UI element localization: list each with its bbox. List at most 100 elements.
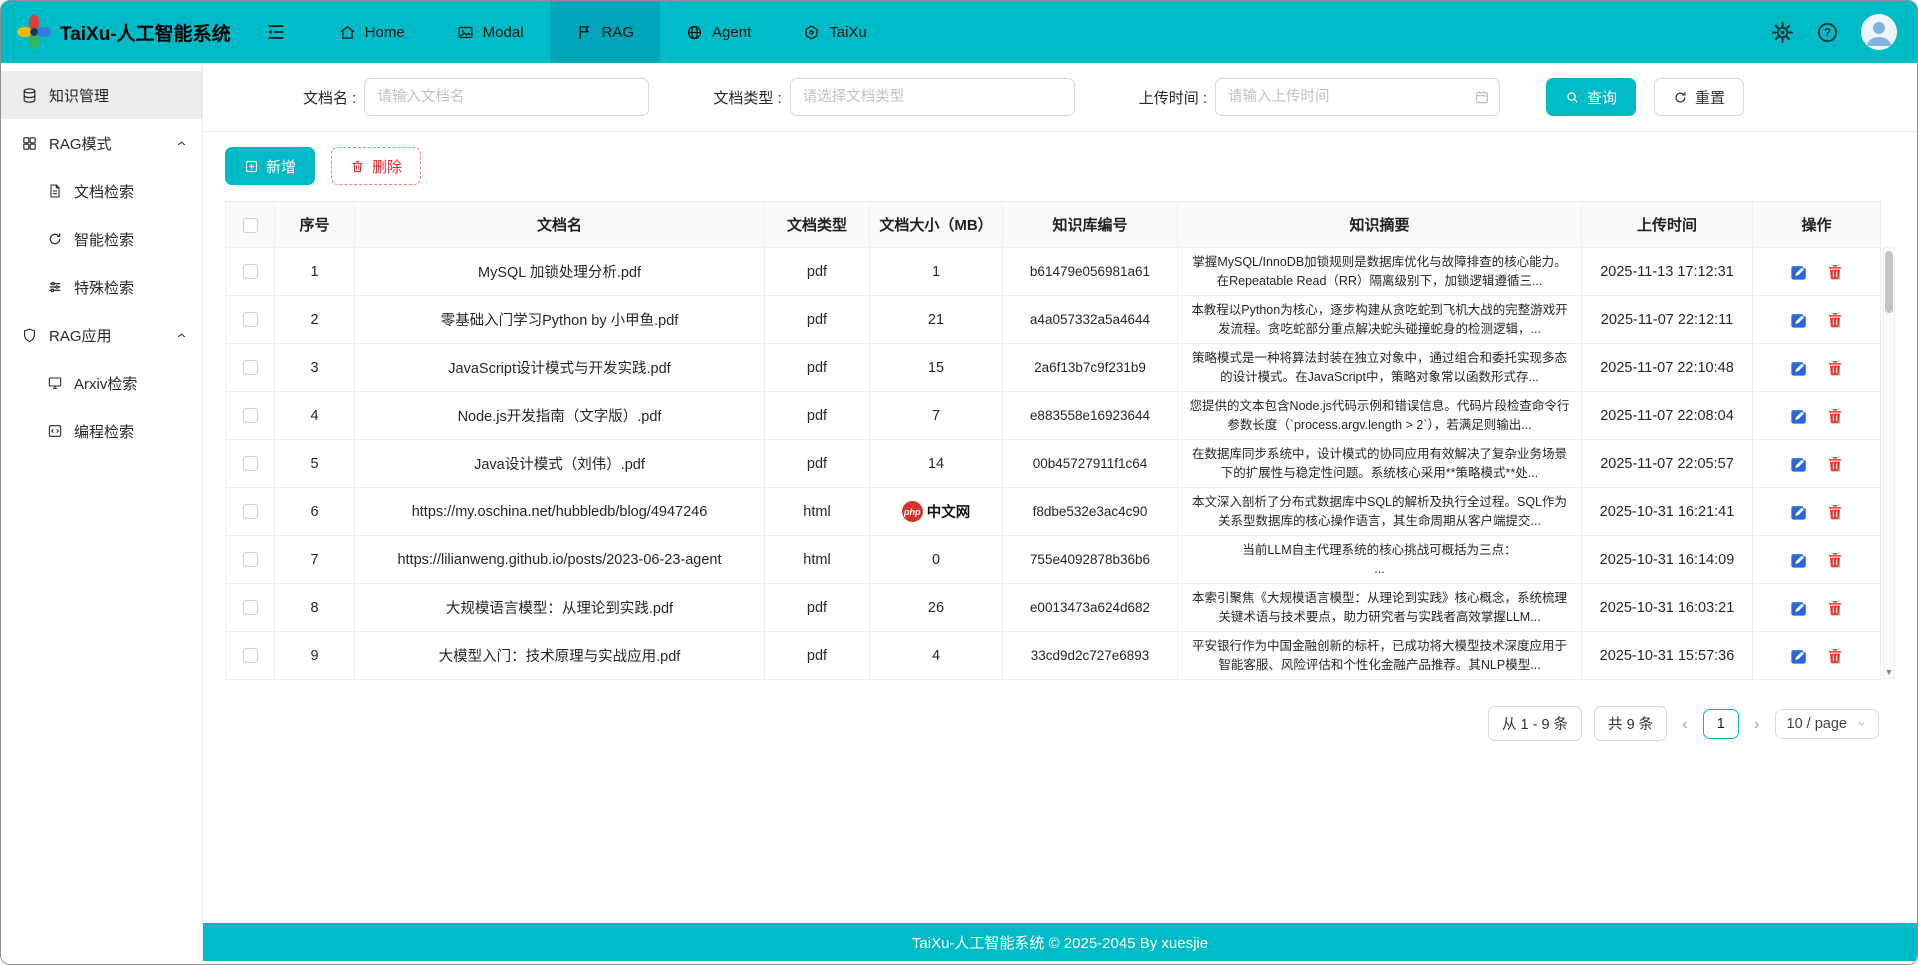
cell-actions	[1753, 296, 1881, 344]
select-all-checkbox[interactable]	[243, 218, 258, 233]
edit-icon[interactable]	[1790, 407, 1808, 425]
table-row: 6https://my.oschina.net/hubbledb/blog/49…	[226, 488, 1881, 536]
cell-doc-type: html	[765, 488, 870, 536]
sidebar-item-doc-search[interactable]: 文档检索	[1, 167, 202, 215]
sidebar-item-special-search[interactable]: 特殊检索	[1, 263, 202, 311]
cell-doc-type: pdf	[765, 392, 870, 440]
navbar-right: ?	[1771, 14, 1897, 50]
nav-item-rag[interactable]: RAG	[550, 1, 661, 63]
cell-kb-id: b61479e056981a61	[1003, 248, 1178, 296]
row-checkbox[interactable]	[243, 360, 258, 375]
row-checkbox[interactable]	[243, 552, 258, 567]
header-actions: 操作	[1753, 202, 1881, 248]
table-row: 4Node.js开发指南（文字版）.pdfpdf7e883558e1692364…	[226, 392, 1881, 440]
doc-name-input[interactable]	[364, 78, 649, 116]
next-page-button[interactable]: ›	[1751, 714, 1763, 734]
sidebar-group-rag-app[interactable]: RAG应用	[1, 311, 202, 359]
sidebar-group-rag-mode[interactable]: RAG模式	[1, 119, 202, 167]
cell-doc-name: Java设计模式（刘伟）.pdf	[355, 440, 765, 488]
cell-index: 8	[275, 584, 355, 632]
documents-table: 序号 文档名 文档类型 文档大小（MB） 知识库编号 知识摘要 上传时间 操作 …	[225, 201, 1881, 680]
edit-icon[interactable]	[1790, 263, 1808, 281]
delete-icon[interactable]	[1826, 407, 1844, 425]
cell-actions	[1753, 584, 1881, 632]
edit-icon[interactable]	[1790, 647, 1808, 665]
cell-actions	[1753, 248, 1881, 296]
sidebar-item-label: 编程检索	[74, 421, 134, 442]
page-1-button[interactable]: 1	[1703, 709, 1739, 739]
edit-icon[interactable]	[1790, 503, 1808, 521]
nav-item-modal[interactable]: Modal	[431, 1, 550, 63]
table-scrollbar[interactable]: ▼	[1883, 247, 1895, 679]
nav-item-taixu[interactable]: TaiXu	[777, 1, 893, 63]
settings-gear-icon[interactable]	[1771, 21, 1794, 44]
edit-icon[interactable]	[1790, 551, 1808, 569]
page-size-select[interactable]: 10 / page	[1775, 709, 1879, 739]
edit-icon[interactable]	[1790, 599, 1808, 617]
cell-doc-size: 15	[870, 344, 1003, 392]
row-checkbox[interactable]	[243, 648, 258, 663]
trash-glyph	[1826, 311, 1844, 329]
table-row: 7https://lilianweng.github.io/posts/2023…	[226, 536, 1881, 584]
trash-glyph	[1826, 263, 1844, 281]
row-checkbox[interactable]	[243, 456, 258, 471]
edit-icon[interactable]	[1790, 359, 1808, 377]
cell-summary: 在数据库同步系统中，设计模式的协同应用有效解决了复杂业务场景下的扩展性与稳定性问…	[1178, 440, 1582, 488]
nav-item-home[interactable]: Home	[313, 1, 431, 63]
delete-icon[interactable]	[1826, 311, 1844, 329]
row-checkbox[interactable]	[243, 504, 258, 519]
delete-icon[interactable]	[1826, 263, 1844, 281]
sidebar-item-arxiv-search[interactable]: Arxiv检索	[1, 359, 202, 407]
doc-type-group: 文档类型 :	[713, 78, 1074, 116]
delete-icon[interactable]	[1826, 359, 1844, 377]
edit-icon[interactable]	[1790, 311, 1808, 329]
row-checkbox[interactable]	[243, 312, 258, 327]
nav-label: TaiXu	[829, 24, 867, 41]
search-section: 文档名 : 文档类型 : 上传时间 :	[203, 63, 1917, 132]
row-checkbox[interactable]	[243, 408, 258, 423]
nav-item-agent[interactable]: Agent	[660, 1, 777, 63]
delete-icon[interactable]	[1826, 551, 1844, 569]
cell-doc-name: 大模型入门：技术原理与实战应用.pdf	[355, 632, 765, 680]
query-button[interactable]: 查询	[1546, 78, 1636, 116]
cell-upload-time: 2025-10-31 16:03:21	[1582, 584, 1753, 632]
nav-label: RAG	[602, 24, 635, 41]
cell-index: 9	[275, 632, 355, 680]
row-checkbox[interactable]	[243, 264, 258, 279]
user-avatar[interactable]	[1861, 14, 1897, 50]
reset-button[interactable]: 重置	[1654, 78, 1744, 116]
upload-time-input[interactable]	[1215, 78, 1500, 116]
sidebar-item-knowledge-manage[interactable]: 知识管理	[1, 71, 202, 119]
flag-icon	[576, 24, 593, 41]
row-checkbox[interactable]	[243, 600, 258, 615]
edit-icon[interactable]	[1790, 455, 1808, 473]
cell-summary: 您提供的文本包含Node.js代码示例和错误信息。代码片段检查命令行参数长度（`…	[1178, 392, 1582, 440]
delete-icon[interactable]	[1826, 455, 1844, 473]
sidebar-item-code-search[interactable]: 编程检索	[1, 407, 202, 455]
scrollbar-down-arrow[interactable]: ▼	[1885, 666, 1894, 678]
delete-icon[interactable]	[1826, 503, 1844, 521]
doc-type-select[interactable]	[790, 78, 1075, 116]
table-row: 3JavaScript设计模式与开发实践.pdfpdf152a6f13b7c9f…	[226, 344, 1881, 392]
scrollbar-thumb[interactable]	[1885, 251, 1893, 313]
table-row: 1MySQL 加锁处理分析.pdfpdf1b61479e056981a61掌握M…	[226, 248, 1881, 296]
sidebar-item-label: RAG模式	[49, 133, 112, 154]
add-button[interactable]: 新增	[225, 147, 315, 185]
trash-glyph	[1826, 455, 1844, 473]
cell-doc-size: php中文网	[870, 488, 1003, 536]
help-icon[interactable]: ?	[1816, 21, 1839, 44]
header-kb-id: 知识库编号	[1003, 202, 1178, 248]
sidebar-item-smart-search[interactable]: 智能检索	[1, 215, 202, 263]
sidebar-item-label: RAG应用	[49, 325, 112, 346]
cell-doc-type: pdf	[765, 632, 870, 680]
cell-kb-id: e883558e16923644	[1003, 392, 1178, 440]
delete-icon[interactable]	[1826, 599, 1844, 617]
cell-doc-size: 21	[870, 296, 1003, 344]
delete-icon[interactable]	[1826, 647, 1844, 665]
search-icon	[1565, 90, 1580, 105]
delete-button[interactable]: 删除	[331, 147, 421, 185]
prev-page-button[interactable]: ‹	[1679, 714, 1691, 734]
pagination-total: 共 9 条	[1594, 706, 1667, 741]
cell-doc-name: Node.js开发指南（文字版）.pdf	[355, 392, 765, 440]
menu-fold-icon[interactable]	[265, 21, 287, 43]
